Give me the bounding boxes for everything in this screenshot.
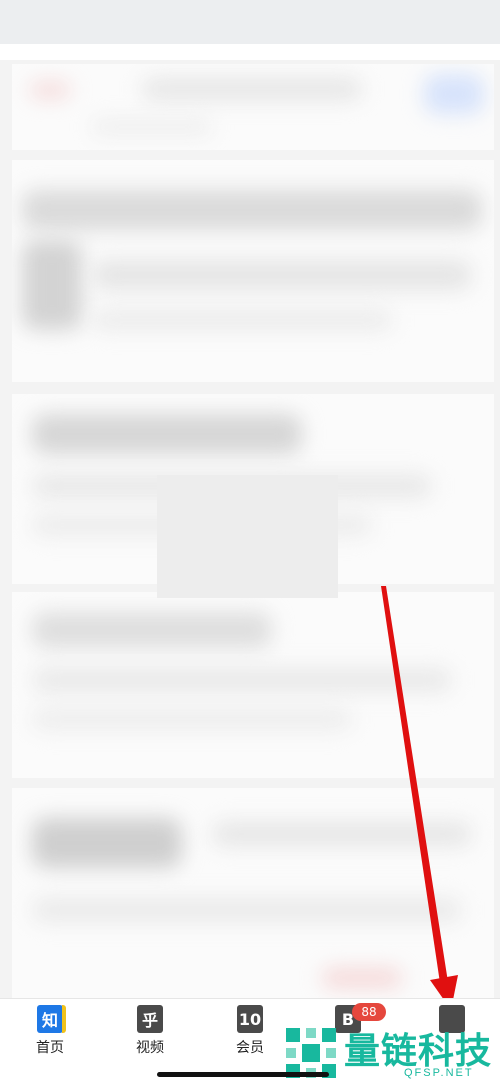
tab-membership[interactable]: 10 会员	[210, 1005, 290, 1065]
header-gap	[0, 44, 500, 60]
watermark-subtext: QFSP.NET	[404, 1067, 474, 1079]
tab-home[interactable]: 知 首页	[10, 1005, 90, 1065]
feed-card[interactable]	[12, 592, 494, 778]
feed-card[interactable]	[12, 788, 494, 998]
feed-card[interactable]	[12, 160, 494, 382]
video-icon: 乎	[137, 1005, 163, 1033]
status-bar	[0, 0, 500, 44]
tab-label: 首页	[36, 1040, 64, 1056]
unread-badge: 88	[352, 1003, 386, 1021]
feed-card[interactable]	[12, 64, 494, 150]
zhihu-home-icon: 知	[37, 1005, 66, 1033]
home-indicator	[157, 1072, 329, 1077]
tab-label: 视频	[136, 1040, 164, 1056]
tab-video[interactable]: 乎 视频	[110, 1005, 190, 1065]
tab-label: 会员	[236, 1040, 264, 1056]
membership-icon: 10	[237, 1005, 263, 1033]
center-placeholder	[157, 475, 338, 598]
